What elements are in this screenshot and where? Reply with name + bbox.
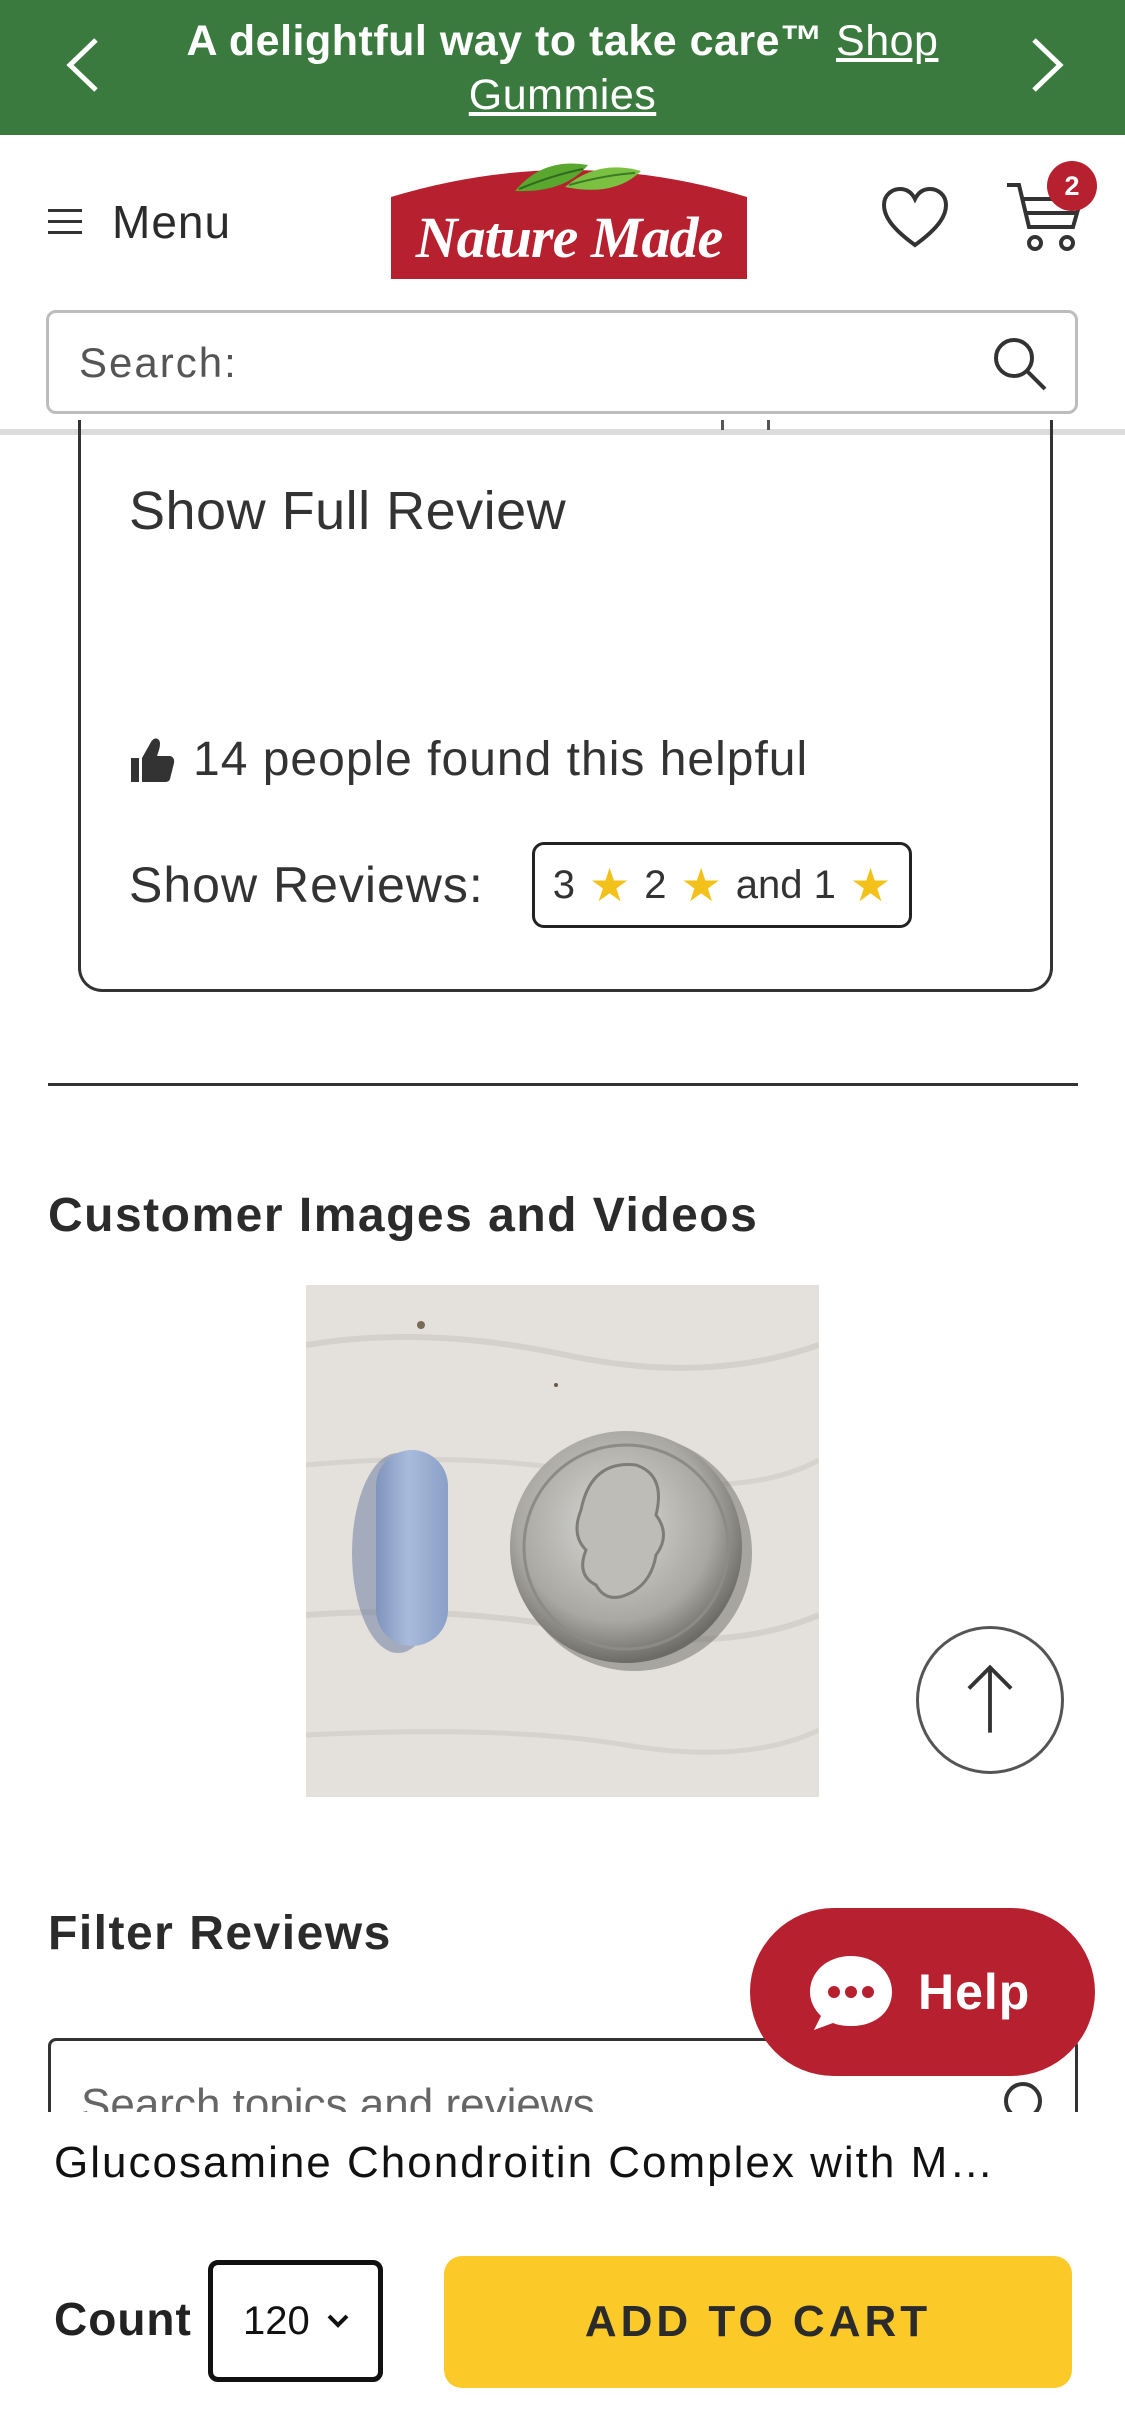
star-filter-and-1: and 1 (735, 862, 836, 907)
site-search (46, 310, 1078, 414)
count-value: 120 (243, 2298, 310, 2343)
section-divider (48, 1083, 1078, 1086)
hamburger-icon (48, 209, 82, 234)
truncated-text-fragment (701, 420, 781, 440)
cart-count-badge: 2 (1047, 161, 1097, 211)
customer-media-title: Customer Images and Videos (48, 1189, 759, 1242)
chevron-left-icon[interactable] (50, 30, 120, 100)
arrow-up-icon (967, 1664, 1013, 1733)
promo-message: A delightful way to take care™ (186, 17, 824, 65)
help-label: Help (918, 1964, 1031, 2020)
filter-reviews-title: Filter Reviews (48, 1907, 392, 1960)
star-rating-filter[interactable]: 3 ★ 2 ★ and 1 ★ (531, 842, 913, 928)
site-header: Menu Nature Made 2 (0, 135, 1125, 435)
promo-text: A delightful way to take care™ Shop Gumm… (120, 14, 1005, 122)
sticky-purchase-bar: Glucosamine Chondroitin Complex with M… … (0, 2112, 1125, 2436)
show-reviews-row: Show Reviews: 3 ★ 2 ★ and 1 ★ (129, 842, 913, 928)
star-filter-3: 3 (552, 862, 576, 907)
star-icon: ★ (589, 859, 631, 911)
review-card: Show Full Review 14 people found this he… (78, 420, 1053, 992)
count-label: Count (54, 2293, 192, 2345)
scroll-to-top-button[interactable] (916, 1626, 1064, 1774)
chevron-down-icon (327, 2314, 349, 2328)
product-name: Glucosamine Chondroitin Complex with M… (54, 2138, 996, 2187)
star-filter-2: 2 (644, 862, 667, 907)
thumbs-up-icon[interactable] (129, 736, 175, 784)
search-input[interactable] (79, 337, 979, 389)
logo-wordmark: Nature Made (415, 205, 723, 270)
nature-made-logo[interactable]: Nature Made (383, 157, 755, 285)
show-reviews-label: Show Reviews: (129, 857, 484, 913)
star-icon: ★ (680, 859, 722, 911)
wishlist-heart-icon[interactable] (880, 185, 950, 251)
star-icon: ★ (849, 859, 892, 911)
menu-label: Menu (112, 196, 232, 248)
helpful-count[interactable]: 14 people found this helpful (129, 732, 808, 787)
customer-image[interactable] (306, 1285, 819, 1797)
helpful-text: 14 people found this helpful (193, 733, 809, 786)
help-chat-button[interactable]: Help (750, 1908, 1095, 2076)
menu-button[interactable]: Menu (48, 195, 231, 249)
add-to-cart-button[interactable]: ADD TO CART (444, 2256, 1072, 2388)
chevron-right-icon[interactable] (1010, 30, 1080, 100)
show-full-review-link[interactable]: Show Full Review (129, 480, 566, 542)
chat-bubble-icon (810, 1956, 892, 2030)
count-select[interactable]: 120 (208, 2260, 383, 2382)
search-icon[interactable] (989, 333, 1049, 393)
promo-banner: A delightful way to take care™ Shop Gumm… (0, 0, 1125, 135)
